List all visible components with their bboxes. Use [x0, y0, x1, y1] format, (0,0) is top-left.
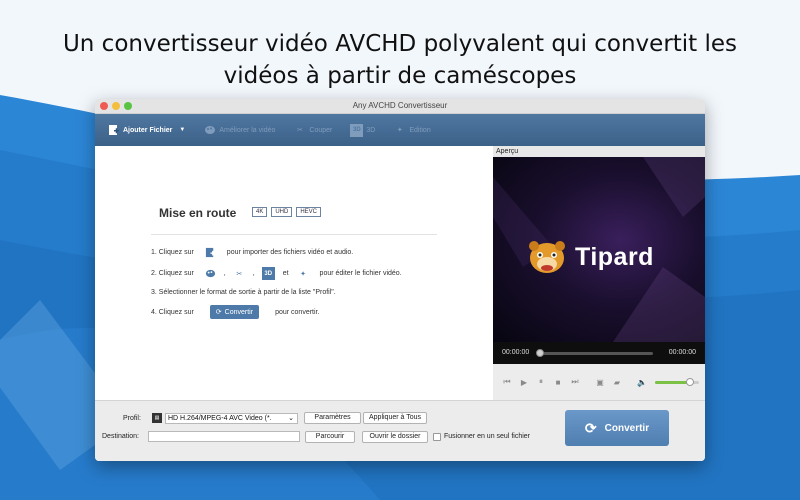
- zoom-window-button[interactable]: [124, 102, 132, 110]
- profile-label: Profil:: [123, 415, 141, 422]
- total-time: 00:00:00: [668, 349, 696, 356]
- 3d-label: 3D: [366, 126, 376, 134]
- minimize-window-button[interactable]: [112, 102, 120, 110]
- profile-value: HD H.264/MPEG-4 AVC Video (*.: [168, 415, 272, 422]
- step-4-desc: pour convertir.: [275, 308, 320, 316]
- 3d-icon: 3D: [261, 267, 275, 280]
- enhance-video-icon: [203, 124, 216, 137]
- profile-select[interactable]: HD H.264/MPEG-4 AVC Video (*. ⌄: [165, 413, 298, 424]
- preview-header: Aperçu: [493, 146, 705, 157]
- step-4: 4. Cliquez sur ⟳ Convertir pour converti…: [151, 305, 319, 319]
- badge-hevc: HEVC: [296, 207, 322, 217]
- app-window: Any AVCHD Convertisseur Ajouter Fichier …: [95, 99, 705, 461]
- chevron-down-icon: ⌄: [288, 415, 294, 422]
- current-time: 00:00:00: [502, 349, 530, 356]
- brand-name: Tipard: [575, 243, 654, 271]
- skip-forward-icon[interactable]: ⏭: [569, 377, 581, 387]
- enhance-video-label: Améliorer la vidéo: [219, 126, 276, 134]
- chevron-down-icon[interactable]: ▼: [179, 127, 185, 133]
- toolbar: Ajouter Fichier ▼ Améliorer la vidéo ✂ C…: [95, 114, 705, 146]
- edit-effects-icon: ✦: [396, 127, 403, 134]
- clip-button[interactable]: ✂ Couper: [293, 124, 332, 137]
- edit-label: Edition: [409, 126, 431, 134]
- add-file-icon: [204, 246, 217, 259]
- step-2-sep-1: ,: [223, 270, 226, 277]
- edit-button[interactable]: ✦ Edition: [393, 124, 431, 137]
- volume-handle[interactable]: [686, 377, 695, 386]
- profile-format-icon: ▤: [152, 413, 162, 423]
- step-1-text: 1. Cliquez sur: [151, 249, 194, 256]
- snapshot-icon[interactable]: ▣: [594, 378, 606, 387]
- convert-chip: ⟳ Convertir: [209, 305, 260, 319]
- merge-checkbox[interactable]: [433, 433, 441, 441]
- preview-panel: Aperçu Tipard 00:00:00 00:00:00 ⏮ ▶ ⏸ ■ …: [493, 146, 705, 400]
- browse-button[interactable]: Parcourir: [305, 431, 355, 443]
- step-4-text: 4. Cliquez sur: [151, 308, 194, 316]
- convert-button[interactable]: ⟳ Convertir: [565, 410, 669, 446]
- step-2-and: et: [282, 270, 289, 277]
- volume-slider[interactable]: [655, 377, 699, 386]
- clip-label: Couper: [309, 126, 333, 134]
- enhance-video-button[interactable]: Améliorer la vidéo: [203, 124, 275, 137]
- 3d-button[interactable]: 3D 3D: [350, 123, 376, 137]
- step-2-text: 2. Cliquez sur: [151, 270, 194, 277]
- tipard-logo-icon: [529, 241, 565, 273]
- headline-line-1: Un convertisseur vidéo AVCHD polyvalent …: [62, 31, 738, 57]
- step-1-desc: pour importer des fichiers vidéo et audi…: [226, 249, 354, 256]
- step-1: 1. Cliquez sur pour importer des fichier…: [151, 246, 353, 259]
- window-title: Any AVCHD Convertisseur: [352, 101, 448, 110]
- progress-handle[interactable]: [536, 349, 544, 357]
- getting-started-panel: Mise en route 4K UHD HEVC 1. Cliquez sur…: [95, 146, 493, 400]
- stop-icon[interactable]: ■: [552, 378, 564, 387]
- settings-button[interactable]: Paramètres: [304, 412, 361, 424]
- badge-4k: 4K: [252, 207, 268, 217]
- convert-button-label: Convertir: [604, 422, 650, 434]
- step-3-text: 3. Sélectionner le format de sortie à pa…: [151, 289, 336, 296]
- destination-label: Destination:: [102, 433, 139, 440]
- main-content: Mise en route 4K UHD HEVC 1. Cliquez sur…: [95, 146, 705, 400]
- scissors-icon: ✂: [296, 127, 303, 134]
- step-2-desc: pour éditer le fichier vidéo.: [319, 270, 402, 277]
- close-window-button[interactable]: [100, 102, 108, 110]
- convert-chip-label: Convertir: [224, 308, 254, 316]
- getting-started-title: Mise en route: [159, 206, 237, 220]
- destination-input[interactable]: [148, 431, 300, 442]
- step-3: 3. Sélectionner le format de sortie à pa…: [151, 289, 336, 296]
- skip-back-icon[interactable]: ⏮: [501, 377, 513, 387]
- scissors-icon: ✂: [236, 270, 243, 278]
- format-badges: 4K UHD HEVC: [252, 207, 322, 217]
- add-file-icon: [107, 124, 120, 137]
- apply-to-all-button[interactable]: Appliquer à Tous: [363, 412, 427, 424]
- badge-uhd: UHD: [271, 207, 293, 217]
- pause-icon[interactable]: ⏸: [535, 377, 547, 387]
- enhance-video-icon: [204, 267, 217, 280]
- timeline: 00:00:00 00:00:00: [493, 342, 705, 364]
- refresh-icon: ⟳: [215, 309, 222, 316]
- bottom-bar: Profil: ▤ HD H.264/MPEG-4 AVC Video (*. …: [95, 400, 705, 461]
- play-icon[interactable]: ▶: [518, 378, 530, 387]
- playback-controls: ⏮ ▶ ⏸ ■ ⏭ ▣ ▰ 🔈: [493, 364, 705, 400]
- volume-icon[interactable]: 🔈: [636, 378, 648, 387]
- window-controls: [100, 102, 132, 110]
- refresh-icon: ⟳: [584, 419, 597, 436]
- divider: [151, 234, 437, 235]
- headline: Un convertisseur vidéo AVCHD polyvalent …: [0, 28, 800, 92]
- video-preview: Tipard: [493, 157, 705, 342]
- step-2: 2. Cliquez sur , ✂ , 3D et ✦ pour éditer…: [151, 267, 402, 280]
- volume-fill: [655, 380, 691, 384]
- folder-icon[interactable]: ▰: [611, 378, 623, 387]
- add-file-label: Ajouter Fichier: [123, 126, 173, 134]
- edit-effects-icon: ✦: [300, 270, 306, 278]
- title-bar: Any AVCHD Convertisseur: [95, 99, 705, 114]
- headline-line-2: vidéos à partir de caméscopes: [223, 63, 577, 89]
- add-file-button[interactable]: Ajouter Fichier ▼: [107, 124, 185, 137]
- open-folder-button[interactable]: Ouvrir le dossier: [362, 431, 428, 443]
- 3d-icon: 3D: [350, 123, 364, 137]
- progress-bar[interactable]: [541, 352, 653, 355]
- merge-label: Fusionner en un seul fichier: [444, 433, 530, 440]
- step-2-sep-2: ,: [252, 270, 255, 277]
